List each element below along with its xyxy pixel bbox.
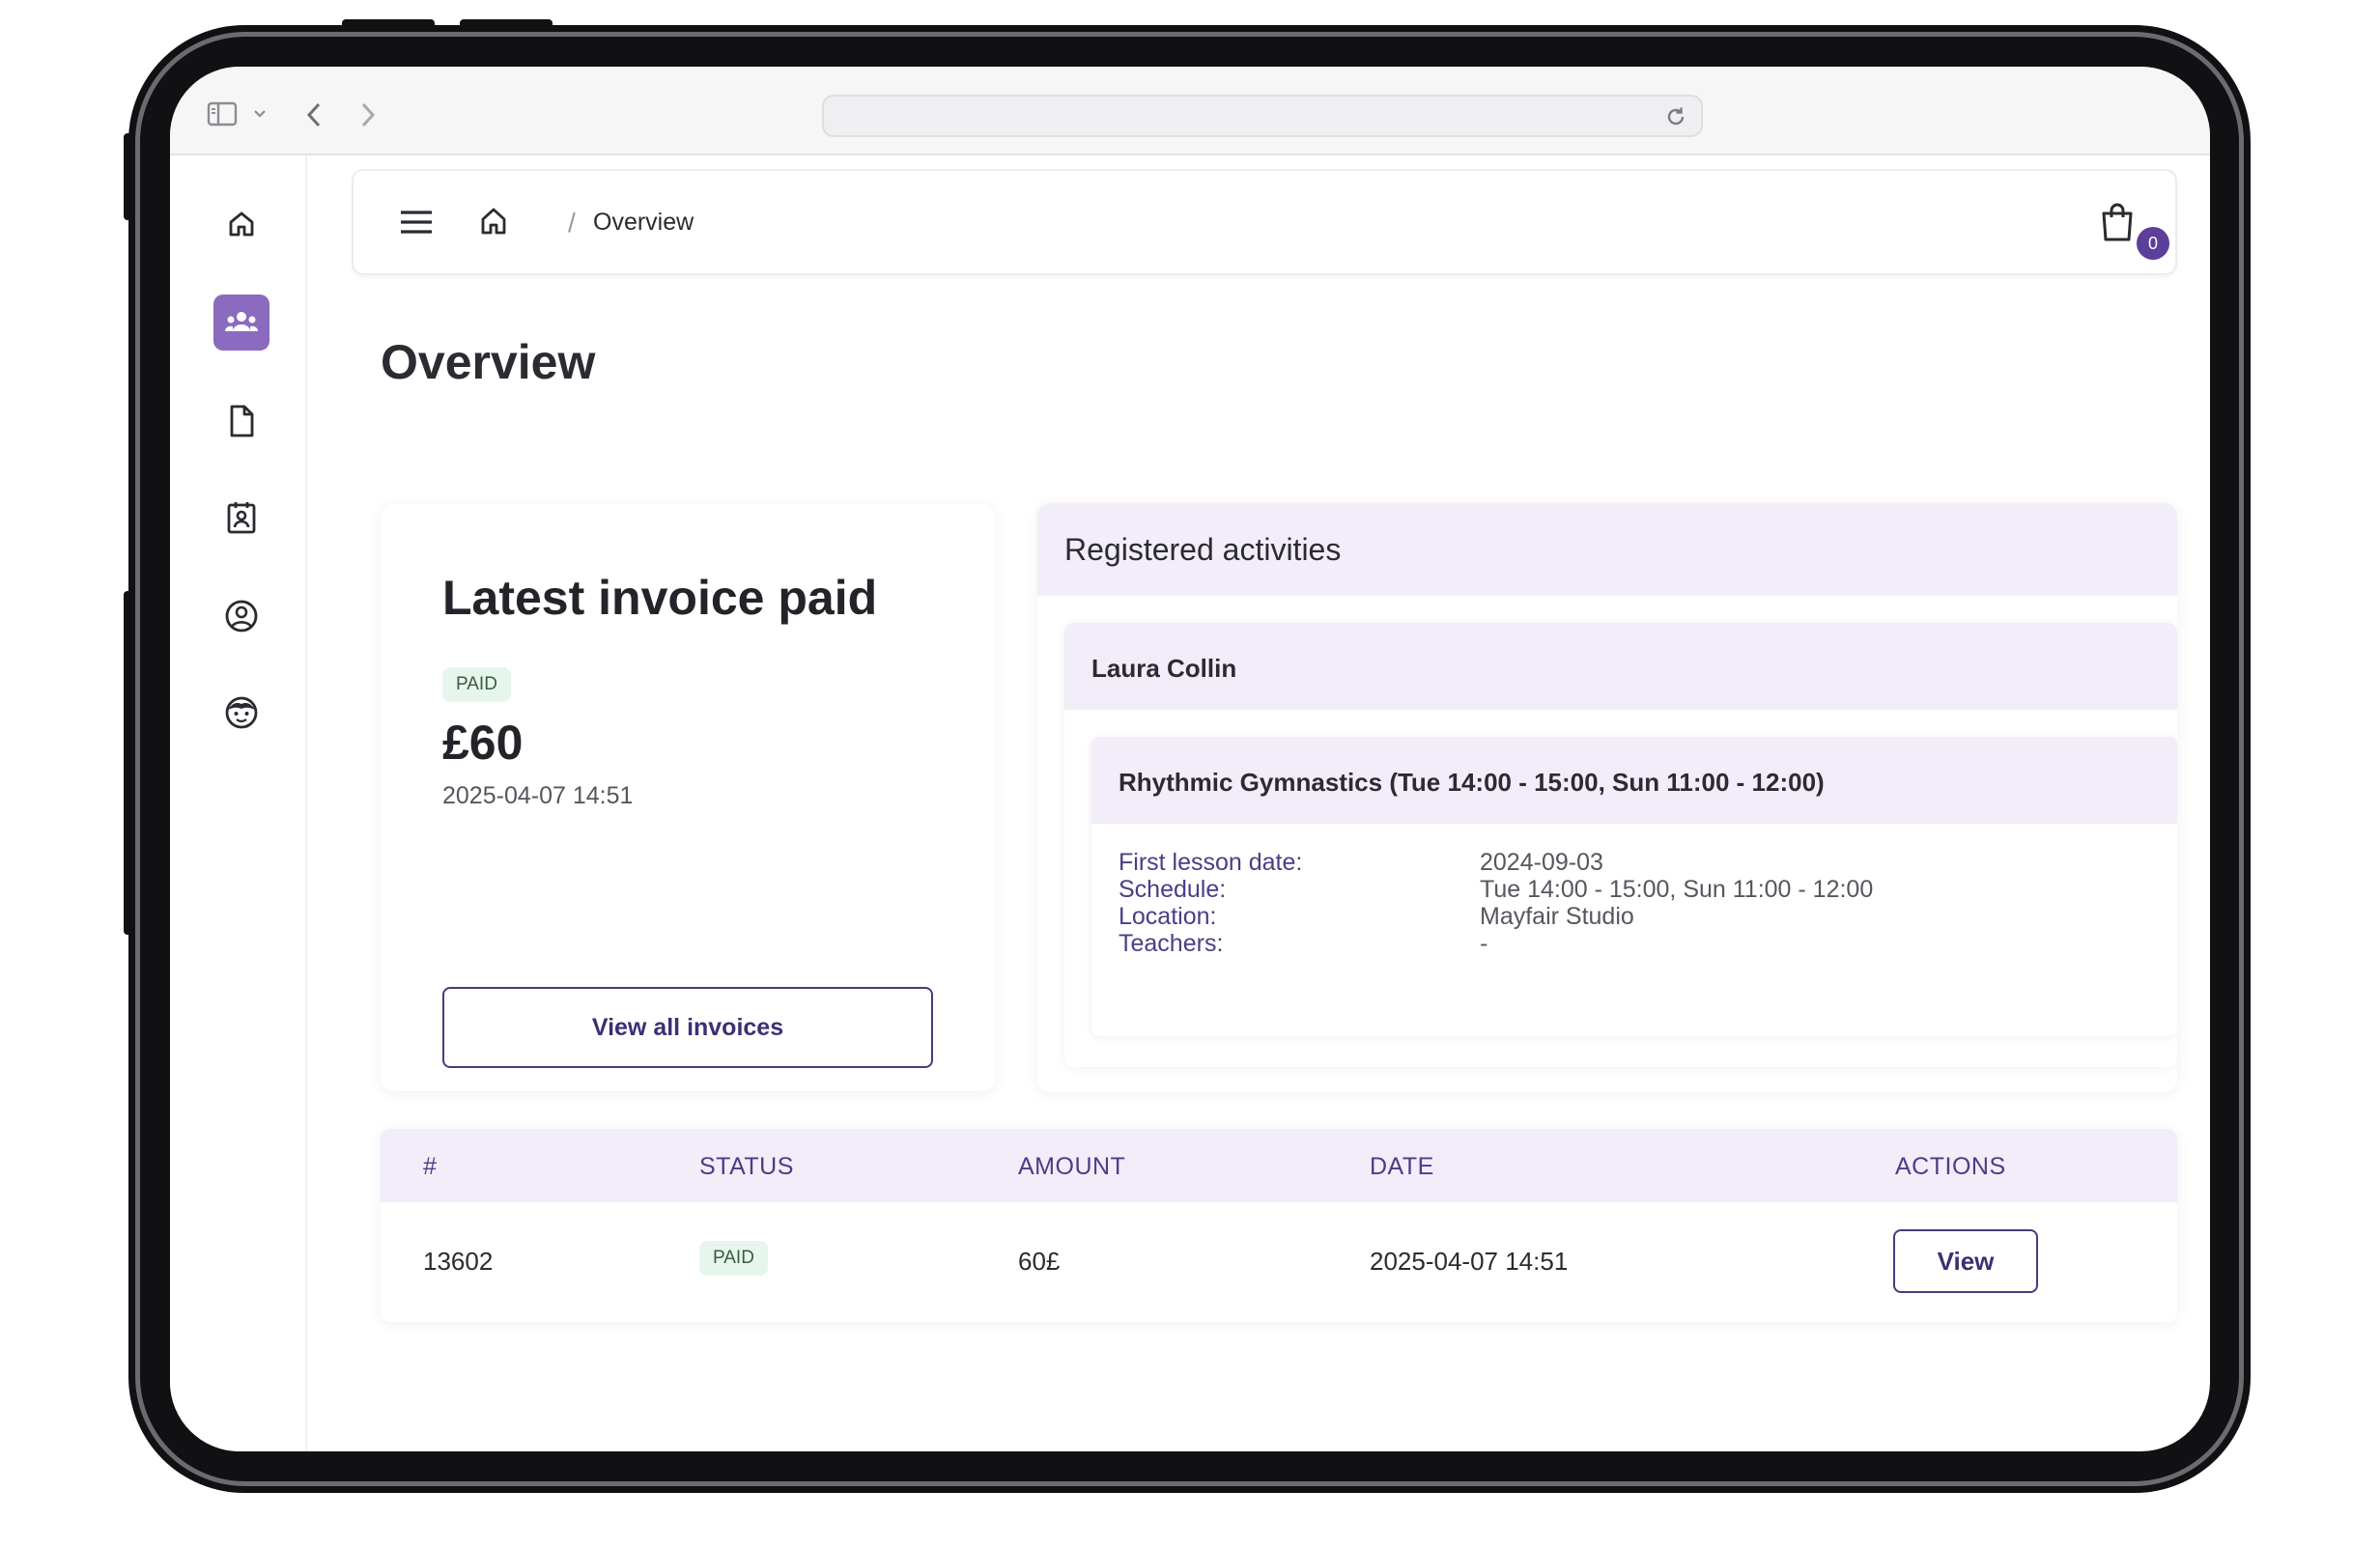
hamburger-menu-icon[interactable] (400, 210, 433, 235)
main-content: / Overview 0 Overview Latest invoice pai… (307, 155, 2210, 1451)
top-navigation-bar: / Overview 0 (352, 169, 2177, 275)
column-header-date: DATE (1370, 1153, 1434, 1180)
shopping-bag-icon[interactable] (2100, 202, 2135, 242)
contact-card-icon (226, 500, 257, 535)
column-header-amount: AMOUNT (1018, 1153, 1126, 1180)
detail-value: Mayfair Studio (1480, 903, 1634, 930)
sidebar-item-documents[interactable] (213, 393, 269, 449)
document-icon (227, 404, 256, 438)
person-header: Laura Collin (1064, 623, 2177, 710)
column-header-actions: ACTIONS (1895, 1153, 2006, 1180)
detail-label: First lesson date: (1119, 849, 1303, 876)
sidebar-item-home[interactable] (213, 196, 269, 252)
detail-label: Teachers: (1119, 930, 1224, 957)
breadcrumb-separator: / (568, 208, 576, 238)
registered-activities-title: Registered activities (1064, 532, 1342, 567)
view-all-invoices-button[interactable]: View all invoices (442, 987, 933, 1068)
registered-activities-header: Registered activities (1037, 503, 2177, 596)
detail-row-teachers: Teachers: - (1119, 930, 2162, 965)
invoice-date: 2025-04-07 14:51 (442, 782, 634, 809)
detail-label: Schedule: (1119, 876, 1227, 903)
user-circle-icon (224, 599, 259, 633)
invoices-table: # STATUS AMOUNT DATE ACTIONS 13602 PAID … (381, 1129, 2177, 1322)
page-title: Overview (381, 335, 596, 389)
sidebar-item-children[interactable] (213, 685, 269, 741)
breadcrumb-current: Overview (593, 209, 694, 236)
home-icon (227, 210, 256, 239)
activity-header: Rhythmic Gymnastics (Tue 14:00 - 15:00, … (1091, 737, 2177, 824)
cart-count-badge: 0 (2137, 227, 2169, 260)
detail-label: Location: (1119, 903, 1217, 930)
table-header: # STATUS AMOUNT DATE ACTIONS (381, 1129, 2177, 1202)
status-badge: PAID (442, 667, 511, 702)
status-badge: PAID (699, 1241, 768, 1276)
latest-invoice-card: Latest invoice paid PAID £60 2025-04-07 … (381, 504, 995, 1091)
invoice-amount-cell: 60£ (1018, 1247, 1061, 1276)
invoice-date-cell: 2025-04-07 14:51 (1370, 1247, 1569, 1276)
detail-value: 2024-09-03 (1480, 849, 1603, 876)
address-bar[interactable] (822, 95, 1703, 137)
detail-value: Tue 14:00 - 15:00, Sun 11:00 - 12:00 (1480, 876, 1874, 903)
table-row: 13602 PAID 60£ 2025-04-07 14:51 View (381, 1202, 2177, 1322)
sidebar-item-profile[interactable] (213, 588, 269, 644)
sidebar-item-contacts[interactable] (213, 490, 269, 546)
registered-activities-card: Registered activities Laura Collin Rhyth… (1037, 503, 2177, 1092)
sidebar-toggle-icon[interactable] (207, 101, 238, 127)
chevron-down-icon[interactable] (253, 109, 267, 119)
column-header-id: # (423, 1153, 438, 1180)
back-arrow-icon[interactable] (305, 101, 323, 128)
invoice-id-cell: 13602 (423, 1247, 494, 1276)
users-group-icon (224, 310, 259, 335)
view-invoice-button[interactable]: View (1893, 1229, 2038, 1293)
breadcrumb-home-icon[interactable] (479, 206, 508, 237)
browser-toolbar (170, 67, 2210, 155)
person-name: Laura Collin (1091, 654, 1237, 683)
child-face-icon (224, 695, 259, 730)
sidebar (170, 155, 307, 1451)
person-activities-card: Laura Collin Rhythmic Gymnastics (Tue 14… (1064, 623, 2177, 1067)
column-header-status: STATUS (699, 1153, 794, 1180)
latest-invoice-title: Latest invoice paid (442, 571, 878, 625)
detail-value: - (1480, 930, 1488, 957)
activity-title: Rhythmic Gymnastics (Tue 14:00 - 15:00, … (1119, 768, 1825, 797)
invoice-amount: £60 (442, 716, 524, 770)
activity-card: Rhythmic Gymnastics (Tue 14:00 - 15:00, … (1091, 737, 2177, 1036)
forward-arrow-icon[interactable] (359, 101, 377, 128)
sidebar-item-members[interactable] (213, 295, 269, 351)
tablet-screen: / Overview 0 Overview Latest invoice pai… (170, 67, 2210, 1451)
reload-icon[interactable] (1664, 105, 1687, 128)
